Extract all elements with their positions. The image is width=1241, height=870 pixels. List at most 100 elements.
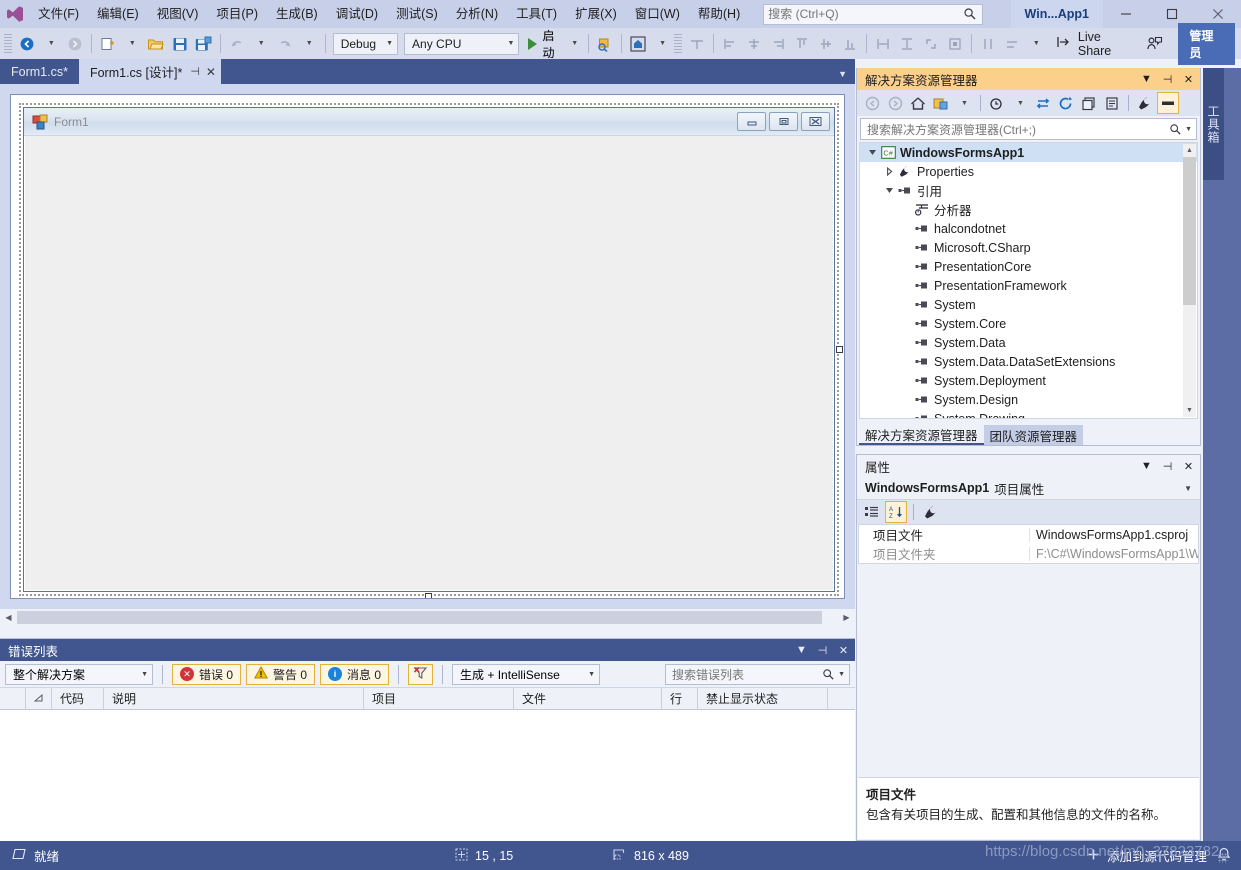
property-row[interactable]: 项目文件 WindowsFormsApp1.csproj (859, 525, 1198, 544)
solution-tree-node[interactable]: 分析器 (860, 200, 1197, 219)
property-row[interactable]: 项目文件夹 F:\C#\WindowsFormsApp1\Wi (859, 544, 1198, 563)
redo-dropdown[interactable]: ▼ (297, 32, 321, 56)
horizontal-spacing-icon[interactable] (976, 32, 1000, 56)
toolbar-grip-2[interactable] (674, 33, 682, 54)
design-canvas[interactable]: Form1 (10, 94, 845, 599)
new-project-icon[interactable] (96, 32, 120, 56)
make-same-size-icon[interactable] (919, 32, 943, 56)
preview-selected-items-icon[interactable] (1157, 92, 1179, 114)
menu-debug[interactable]: 调试(D) (327, 2, 387, 26)
chevron-down-icon[interactable]: ▼ (1137, 457, 1156, 476)
solution-tree-node[interactable]: System.Drawing (860, 409, 1197, 418)
solution-platform-combo[interactable]: Any CPU ▼ (404, 32, 520, 55)
scroll-right-icon[interactable]: ▶ (838, 609, 855, 626)
form-client-area[interactable] (25, 137, 833, 590)
show-properties-icon[interactable] (1134, 92, 1156, 114)
align-centers-icon[interactable] (742, 32, 766, 56)
collapse-all-icon[interactable] (1078, 92, 1100, 114)
scroll-track[interactable] (17, 609, 838, 626)
property-pages-icon[interactable] (920, 501, 942, 523)
resize-handle-bottom[interactable] (425, 593, 432, 598)
menu-tools[interactable]: 工具(T) (507, 2, 566, 26)
navigate-forward-icon[interactable] (63, 32, 87, 56)
scroll-left-icon[interactable]: ◀ (0, 609, 17, 626)
solution-tree-node[interactable]: PresentationFramework (860, 276, 1197, 295)
properties-window-icon[interactable] (1101, 92, 1123, 114)
show-all-files-icon[interactable] (986, 92, 1008, 114)
pin-icon[interactable]: ⊣ (813, 641, 832, 660)
column-code[interactable]: 代码 (52, 687, 104, 710)
menu-analyze[interactable]: 分析(N) (447, 2, 507, 26)
solution-tree-node[interactable]: C# WindowsFormsApp1 (860, 143, 1197, 162)
column-project[interactable]: 项目 (364, 687, 514, 710)
align-to-grid-icon[interactable] (685, 32, 709, 56)
refresh-icon[interactable] (1055, 92, 1077, 114)
error-list-rows[interactable] (0, 710, 855, 841)
menu-edit[interactable]: 编辑(E) (88, 2, 148, 26)
solution-tree-node[interactable]: System.Data.DataSetExtensions (860, 352, 1197, 371)
warnings-filter-button[interactable]: 警告 0 (246, 663, 316, 685)
twisty-expanded-icon[interactable] (866, 148, 879, 157)
align-rights-icon[interactable] (766, 32, 790, 56)
align-tops-icon[interactable] (790, 32, 814, 56)
error-scope-combo[interactable]: 整个解决方案 ▼ (5, 663, 153, 685)
menu-window[interactable]: 窗口(W) (626, 2, 689, 26)
categorized-icon[interactable] (861, 501, 883, 523)
menu-file[interactable]: 文件(F) (29, 2, 88, 26)
quick-search-box[interactable] (763, 3, 983, 25)
home-icon[interactable] (907, 92, 929, 114)
save-icon[interactable] (168, 32, 192, 56)
scroll-thumb[interactable] (17, 611, 822, 624)
menu-project[interactable]: 项目(P) (207, 2, 267, 26)
make-same-width-icon[interactable] (871, 32, 895, 56)
tab-solution-explorer[interactable]: 解决方案资源管理器 (859, 425, 984, 445)
scroll-up-icon[interactable]: ▲ (1183, 144, 1196, 157)
redo-icon[interactable] (273, 32, 297, 56)
clear-filter-button[interactable] (408, 663, 434, 685)
chevron-down-icon[interactable]: ▼ (1184, 484, 1192, 493)
column-file[interactable]: 文件 (514, 687, 662, 710)
pin-icon[interactable]: ⊣ (1158, 457, 1177, 476)
forward-icon[interactable] (884, 92, 906, 114)
new-project-dropdown[interactable]: ▼ (120, 32, 144, 56)
show-all-files-dropdown[interactable]: ▼ (1009, 92, 1031, 114)
open-folder-icon[interactable] (144, 32, 168, 56)
alphabetical-icon[interactable]: AZ (885, 501, 907, 523)
solution-tree-node[interactable]: System.Core (860, 314, 1197, 333)
attach-process-icon[interactable] (593, 32, 617, 56)
navigate-back-icon[interactable] (15, 32, 39, 56)
twisty-expanded-icon[interactable] (883, 186, 896, 195)
properties-grid[interactable]: 项目文件 WindowsFormsApp1.csproj 项目文件夹 F:\C#\Wi… (858, 524, 1199, 564)
solution-tree-node[interactable]: 引用 (860, 181, 1197, 200)
solution-tree-node[interactable]: halcondotnet (860, 219, 1197, 238)
build-intellisense-combo[interactable]: 生成 + IntelliSense ▼ (452, 663, 601, 685)
errors-filter-button[interactable]: ✕ 错误 0 (172, 663, 242, 685)
tab-form1-cs[interactable]: Form1.cs* (0, 59, 79, 84)
chevron-down-icon[interactable]: ▼ (792, 641, 811, 660)
preview-dropdown[interactable]: ▼ (650, 32, 674, 56)
form-minimize-button[interactable] (737, 112, 766, 131)
column-blank[interactable] (0, 687, 26, 710)
column-suppression-state[interactable]: 禁止显示状态 (698, 687, 828, 710)
menu-extensions[interactable]: 扩展(X) (566, 2, 626, 26)
designed-form[interactable]: Form1 (23, 107, 835, 592)
live-share-button[interactable]: Live Share (1048, 30, 1143, 58)
form-close-button[interactable] (801, 112, 830, 131)
start-debugging-button[interactable]: 启动 ▼ (522, 29, 584, 60)
toolbar-overflow[interactable]: ▼ (1024, 32, 1048, 56)
menu-test[interactable]: 测试(S) (387, 2, 447, 26)
solution-tree-node[interactable]: System.Design (860, 390, 1197, 409)
designer-horizontal-scrollbar[interactable]: ◀ ▶ (0, 609, 855, 626)
property-value[interactable]: WindowsFormsApp1.csproj (1029, 527, 1198, 542)
twisty-collapsed-icon[interactable] (883, 167, 896, 176)
solution-tree-node[interactable]: PresentationCore (860, 257, 1197, 276)
close-icon[interactable]: ✕ (206, 65, 216, 79)
vertical-spacing-icon[interactable] (1000, 32, 1024, 56)
properties-object-selector[interactable]: WindowsFormsApp1 项目属性 ▼ (857, 477, 1200, 500)
preview-icon[interactable] (626, 32, 650, 56)
toolbar-grip[interactable] (4, 33, 12, 54)
make-same-height-icon[interactable] (895, 32, 919, 56)
close-icon[interactable]: ✕ (1179, 457, 1198, 476)
column-line[interactable]: 行 (662, 687, 698, 710)
form-maximize-button[interactable] (769, 112, 798, 131)
